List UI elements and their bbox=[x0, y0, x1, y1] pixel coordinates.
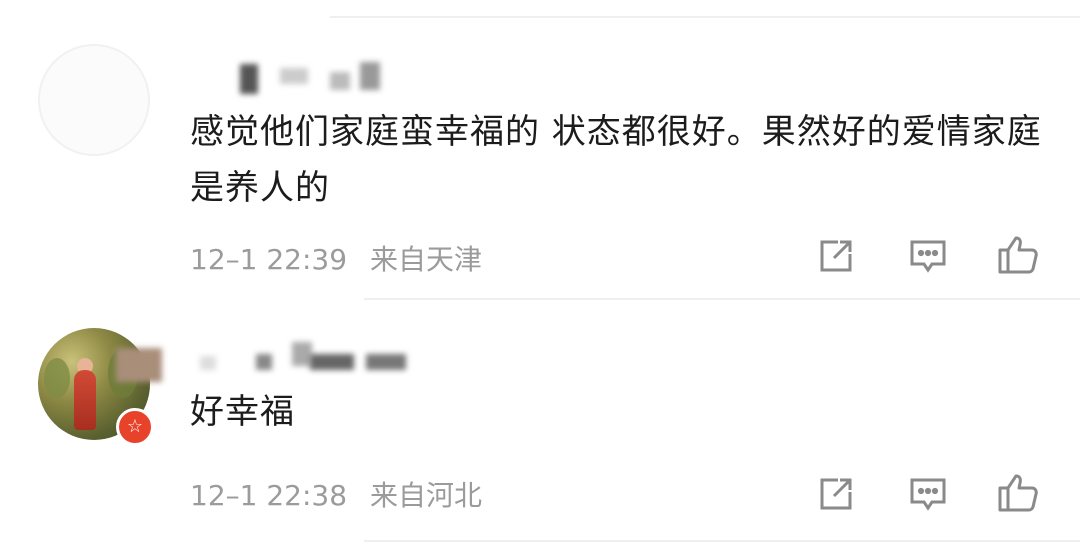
comment-icon bbox=[910, 240, 946, 273]
like-button[interactable] bbox=[996, 470, 1040, 514]
avatar[interactable] bbox=[38, 44, 150, 156]
bottom-divider bbox=[364, 540, 1080, 542]
like-button[interactable] bbox=[996, 232, 1040, 276]
comment-time: 12–1 22:39 bbox=[190, 243, 348, 276]
comment-location: 来自天津 bbox=[369, 243, 482, 276]
comment-divider bbox=[364, 298, 1080, 300]
top-divider bbox=[330, 16, 1080, 18]
comment-text: 感觉他们家庭蛮幸福的 状态都很好。果然好的爱情家庭是养人的 bbox=[190, 112, 1042, 208]
username-blurred[interactable] bbox=[190, 340, 430, 380]
reply-button[interactable] bbox=[906, 234, 950, 278]
comment-meta: 12–1 22:38 来自河北 bbox=[190, 474, 482, 514]
comment-icon bbox=[910, 478, 946, 511]
share-button[interactable] bbox=[814, 234, 858, 278]
username-blurred[interactable] bbox=[190, 58, 430, 98]
share-icon bbox=[820, 240, 852, 272]
comment-time: 12–1 22:38 bbox=[190, 479, 348, 512]
comment-location: 来自河北 bbox=[369, 479, 482, 512]
reply-button[interactable] bbox=[906, 472, 950, 516]
thumbs-up-icon bbox=[998, 474, 1038, 512]
share-icon bbox=[820, 478, 852, 510]
verified-badge: ☆ bbox=[116, 408, 154, 446]
comment-meta: 12–1 22:39 来自天津 bbox=[190, 238, 482, 278]
thumbs-up-icon bbox=[998, 236, 1038, 274]
comment-text: 好幸福 bbox=[190, 392, 295, 432]
avatar-blur-patch bbox=[116, 348, 162, 382]
share-button[interactable] bbox=[814, 472, 858, 516]
